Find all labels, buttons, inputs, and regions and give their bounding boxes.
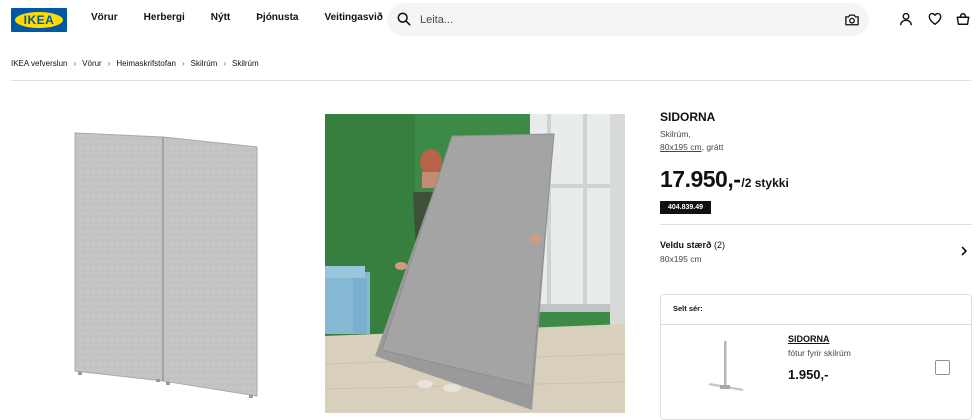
size-selector-count: (2): [714, 240, 726, 250]
foot-product-name[interactable]: SIDORNA: [788, 334, 830, 344]
main-nav: Vörur Herbergi Nýtt Þjónusta Veitingasvi…: [91, 12, 409, 23]
foot-product-price: 1.950,-: [788, 367, 829, 382]
product-description: Skilrúm,: [660, 129, 691, 139]
product-size-link[interactable]: 80x195 cm: [660, 142, 702, 152]
product-image-main[interactable]: [23, 113, 316, 413]
add-foot-checkbox[interactable]: [935, 360, 950, 375]
sold-separately-title: Selt sér:: [673, 304, 703, 313]
search-bar: [387, 3, 869, 36]
nav-item-veitingasvid[interactable]: Veitingasvið: [324, 12, 382, 23]
size-selector-label: Veldu stærð (2): [660, 240, 725, 250]
user-icon[interactable]: [899, 12, 913, 26]
divider: [661, 324, 971, 325]
article-number: 404.839.49: [660, 201, 712, 214]
logo-oval: IKEA: [15, 12, 63, 28]
breadcrumb-item-home-office[interactable]: Heimaskrifstofan: [116, 59, 176, 68]
price-value: 17.950,-: [660, 166, 741, 192]
divider: [660, 224, 972, 225]
breadcrumb-item-dividers-current[interactable]: Skilrúm: [232, 59, 259, 68]
breadcrumb-item-dividers[interactable]: Skilrúm: [191, 59, 218, 68]
chevron-right-icon: ›: [107, 59, 111, 68]
product-name: SIDORNA: [660, 110, 716, 124]
foot-product-image[interactable]: [706, 341, 750, 393]
divider-panels-image: [74, 132, 258, 398]
room-photo: [325, 114, 625, 413]
nav-item-herbergi[interactable]: Herbergi: [144, 12, 185, 23]
chevron-right-icon: ›: [181, 59, 185, 68]
product-image-room[interactable]: [325, 114, 625, 413]
nav-item-vorur[interactable]: Vörur: [91, 12, 118, 23]
foot-product-description: fótur fyrir skilrúm: [788, 348, 851, 358]
chevron-right-icon: ›: [223, 59, 226, 68]
product-size-color: 80x195 cm, grátt: [660, 142, 723, 152]
divider: [11, 80, 971, 81]
size-selector[interactable]: Veldu stærð (2) 80x195 cm: [660, 233, 972, 273]
camera-icon[interactable]: [845, 13, 859, 26]
size-selector-value: 80x195 cm: [660, 254, 702, 264]
ikea-logo[interactable]: IKEA: [11, 8, 67, 32]
size-selector-title: Veldu stærð: [660, 240, 712, 250]
cart-icon[interactable]: [956, 12, 970, 26]
search-input[interactable]: [420, 10, 820, 30]
header: IKEA Vörur Herbergi Nýtt Þjónusta Veitin…: [0, 0, 980, 40]
sold-separately-panel: Selt sér: SIDORNA fótur fyrir skilrúm 1.…: [660, 294, 972, 420]
nav-item-thjonusta[interactable]: Þjónusta: [256, 12, 298, 23]
breadcrumb: IKEA vefverslun › Vörur › Heimaskrifstof…: [11, 59, 259, 68]
logo-text: IKEA: [23, 13, 55, 27]
breadcrumb-item-home[interactable]: IKEA vefverslun: [11, 59, 67, 68]
nav-item-nytt[interactable]: Nýtt: [211, 12, 230, 23]
search-icon[interactable]: [397, 12, 411, 26]
heart-icon[interactable]: [928, 12, 942, 26]
product-color: , grátt: [701, 142, 724, 152]
product-price: 17.950,- /2 stykki: [660, 166, 789, 193]
price-unit: /2 stykki: [741, 176, 789, 190]
chevron-right-icon: [961, 246, 968, 256]
chevron-right-icon: ›: [73, 59, 77, 68]
breadcrumb-item-products[interactable]: Vörur: [82, 59, 102, 68]
